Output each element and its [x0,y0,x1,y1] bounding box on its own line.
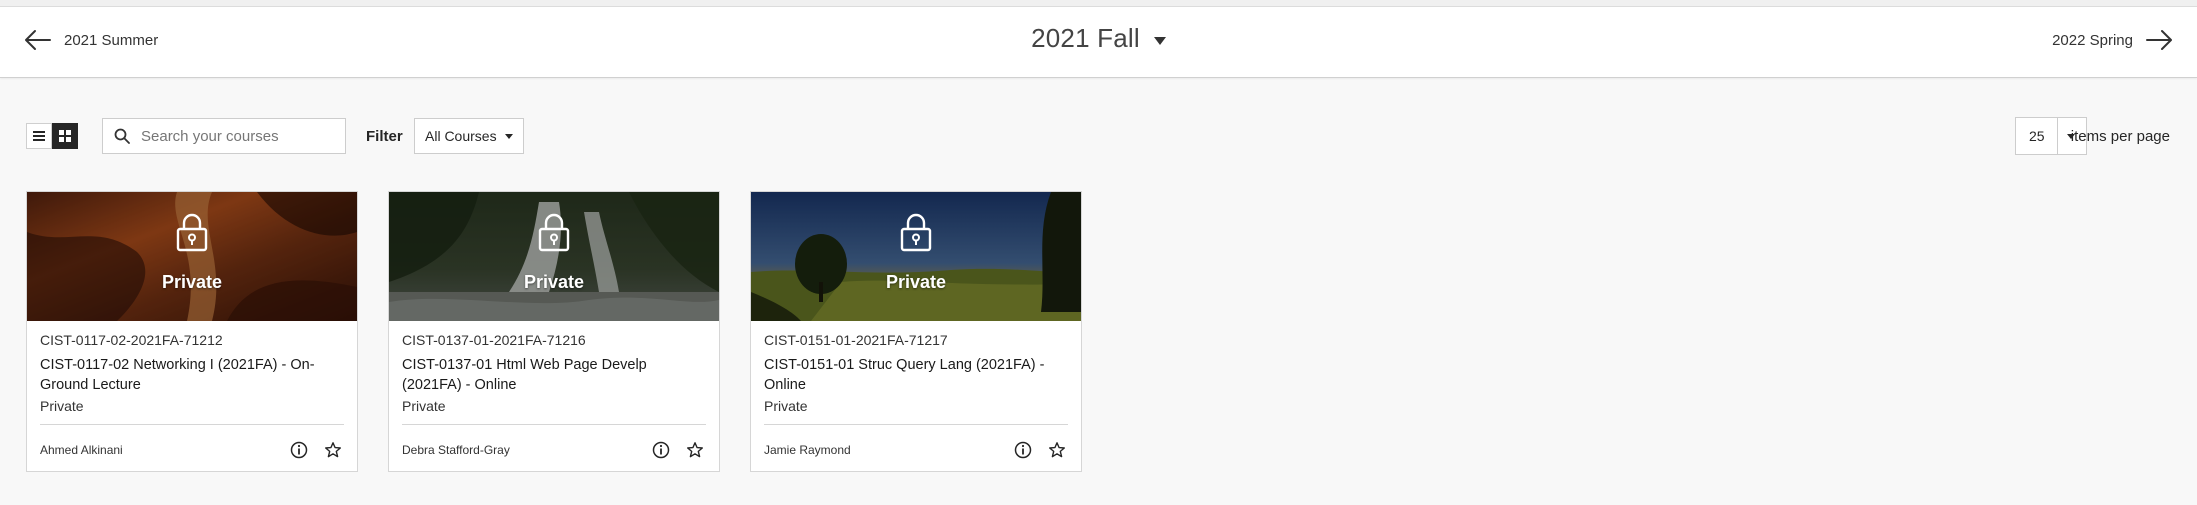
banner-privacy-label: Private [523,272,585,292]
current-term: 2021 Fall [0,23,2197,54]
chevron-down-icon [504,133,513,139]
items-per-page-value: 25 [2029,128,2045,144]
arrow-right-icon [2146,30,2172,50]
course-toolbar: Filter All Courses 25 items per page [0,117,2197,157]
course-name[interactable]: CIST-0117-02 Networking I (2021FA) - On-… [40,355,344,395]
grid-icon [59,130,71,142]
star-icon [1049,442,1065,458]
filter-select[interactable]: All Courses [414,118,524,154]
current-term-label: 2021 Fall [1031,23,1140,53]
course-banner: Private [389,192,719,321]
course-banner: Private [751,192,1081,321]
grid-view-button[interactable] [52,123,78,149]
instructor-name[interactable]: Ahmed Alkinani [40,443,276,457]
course-banner: Private [27,192,357,321]
course-name[interactable]: CIST-0151-01 Struc Query Lang (2021FA) -… [764,355,1068,395]
top-edge [0,0,2197,7]
instructor-name[interactable]: Jamie Raymond [764,443,1000,457]
chevron-down-icon [1153,36,1166,45]
search-input[interactable] [139,126,333,146]
list-icon [33,131,45,141]
list-view-button[interactable] [26,123,52,149]
course-info-button[interactable] [288,439,310,461]
course-info-button[interactable] [650,439,672,461]
term-navigation-bar: 2021 Summer 2021 Fall 2022 Spring [0,7,2197,78]
view-toggle [26,123,78,149]
instructor-name[interactable]: Debra Stafford-Gray [402,443,638,457]
favorite-button[interactable] [322,439,344,461]
course-info-button[interactable] [1012,439,1034,461]
banner-privacy-label: Private [885,272,947,292]
course-id: CIST-0137-01-2021FA-71216 [402,332,586,348]
card-divider [764,424,1068,425]
course-card[interactable]: Private CIST-0137-01-2021FA-71216 CIST-0… [388,191,720,472]
info-icon [290,441,308,459]
banner-privacy-label: Private [161,272,223,292]
course-search [102,118,346,154]
next-term-button[interactable]: 2022 Spring [2052,29,2173,51]
lock-icon [900,213,932,252]
favorite-button[interactable] [1046,439,1068,461]
course-id: CIST-0151-01-2021FA-71217 [764,332,948,348]
course-name[interactable]: CIST-0137-01 Html Web Page Develp (2021F… [402,355,706,395]
next-term-label: 2022 Spring [2052,31,2133,49]
select-divider [2057,118,2058,154]
star-icon [325,442,341,458]
course-card[interactable]: Private CIST-0117-02-2021FA-71212 CIST-0… [26,191,358,472]
course-status: Private [764,398,808,414]
course-id: CIST-0117-02-2021FA-71212 [40,332,223,348]
course-status: Private [40,398,84,414]
card-divider [40,424,344,425]
filter-label: Filter [366,128,403,145]
card-divider [402,424,706,425]
current-term-dropdown[interactable]: 2021 Fall [1031,23,1166,54]
items-per-page-label: items per page [2070,128,2170,145]
favorite-button[interactable] [684,439,706,461]
star-icon [687,442,703,458]
lock-icon [176,213,208,252]
course-card[interactable]: Private CIST-0151-01-2021FA-71217 CIST-0… [750,191,1082,472]
search-icon [114,128,130,144]
lock-icon [538,213,570,252]
course-status: Private [402,398,446,414]
info-icon [1014,441,1032,459]
info-icon [652,441,670,459]
filter-value: All Courses [425,128,497,144]
